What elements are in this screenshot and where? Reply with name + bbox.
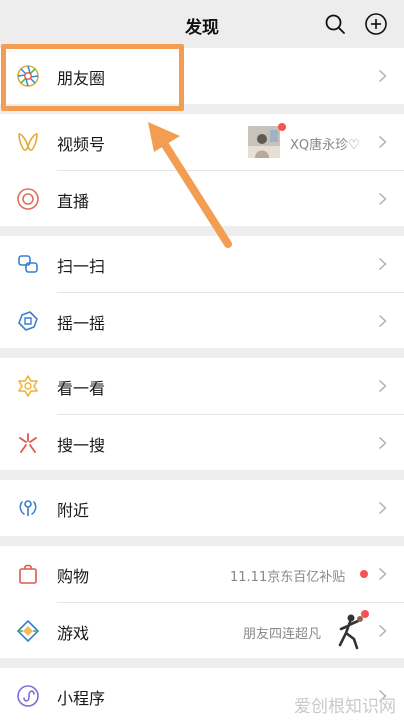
top-stories-label: 看一看 — [57, 379, 106, 398]
list-item-nearby[interactable]: 附近 — [0, 480, 404, 536]
group-nearby: 附近 — [0, 480, 404, 536]
mini-program-icon — [17, 685, 39, 707]
chevron-right-icon — [378, 135, 387, 149]
chevron-right-icon — [378, 257, 387, 271]
search-sparkle-icon — [19, 433, 37, 453]
shake-label: 摇一摇 — [57, 314, 106, 333]
list-item-shake[interactable]: 摇一摇 — [0, 293, 404, 349]
channel-thumbnail — [248, 126, 280, 158]
channels-label: 视频号 — [57, 135, 106, 154]
chevron-right-icon — [378, 192, 387, 206]
game-diamond-icon — [17, 620, 39, 642]
plus-circle-icon[interactable] — [364, 12, 388, 36]
chevron-right-icon — [378, 379, 387, 393]
pointer-arrow — [148, 122, 232, 248]
group-stories: 看一看 搜一搜 — [0, 358, 404, 470]
new-badge-dot — [360, 570, 368, 578]
live-label: 直播 — [57, 192, 90, 211]
games-subtitle: 朋友四连超凡 — [243, 627, 322, 642]
chevron-right-icon — [378, 624, 387, 638]
games-label: 游戏 — [57, 624, 90, 643]
live-ring-icon — [17, 188, 39, 210]
nearby-label: 附近 — [57, 501, 90, 520]
chevron-right-icon — [378, 314, 387, 328]
search-label: 搜一搜 — [57, 436, 106, 455]
group-shopping: 购物 11.11京东百亿补贴 游戏 朋友四连超凡 — [0, 546, 404, 658]
star-flower-icon — [18, 375, 38, 397]
butterfly-icon — [18, 133, 38, 151]
channels-subtitle: XQ唐永珍♡ — [290, 138, 360, 153]
new-badge-dot — [361, 610, 369, 618]
list-item-top-stories[interactable]: 看一看 — [0, 358, 404, 414]
chevron-right-icon — [378, 436, 387, 450]
list-item-shopping[interactable]: 购物 11.11京东百亿补贴 — [0, 546, 404, 602]
chevron-right-icon — [378, 501, 387, 515]
shopping-subtitle: 11.11京东百亿补贴 — [230, 570, 346, 585]
mini-programs-label: 小程序 — [57, 689, 106, 708]
watermark: 爱创根知识网 — [294, 697, 396, 717]
chevron-right-icon — [378, 69, 387, 83]
search-icon[interactable] — [323, 12, 347, 36]
top-bar: 发现 — [0, 0, 404, 48]
location-icon — [19, 500, 37, 516]
chevron-right-icon — [378, 567, 387, 581]
new-badge-dot — [278, 123, 286, 131]
list-item-games[interactable]: 游戏 朋友四连超凡 — [0, 603, 404, 659]
scan-label: 扫一扫 — [57, 257, 106, 276]
scan-icon — [18, 255, 38, 273]
highlight-box — [1, 44, 184, 111]
shopping-label: 购物 — [57, 567, 90, 586]
list-item-search[interactable]: 搜一搜 — [0, 415, 404, 471]
shake-icon — [18, 311, 38, 331]
shopping-bag-icon — [19, 564, 37, 584]
game-player-thumbnail — [338, 614, 363, 650]
